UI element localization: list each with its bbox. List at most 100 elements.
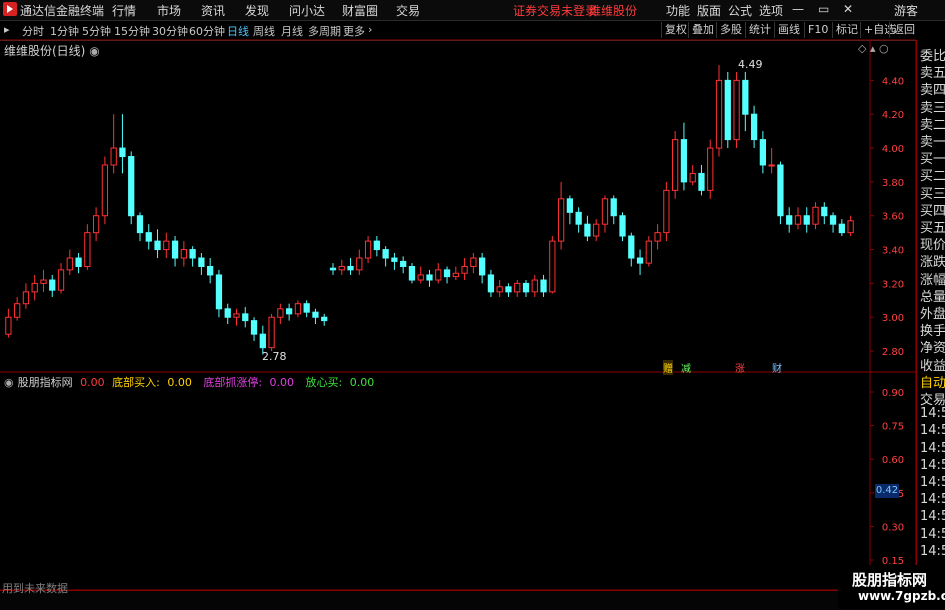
candle-body <box>575 211 582 225</box>
candle-body <box>31 282 38 293</box>
quote-row-label: 净资 <box>920 341 945 357</box>
ma5-line <box>44 111 851 327</box>
candle-body <box>163 240 170 251</box>
quote-row-label: 自动 <box>920 375 945 391</box>
quote-row-label: 涨幅 <box>920 272 945 288</box>
quote-row-label: 14:56 <box>920 526 945 542</box>
quote-row-label: 14:56 <box>920 457 945 473</box>
candle-body <box>672 139 679 191</box>
quote-row-label: 交易 <box>920 393 945 408</box>
candle-body <box>812 206 819 225</box>
candle-body <box>636 257 644 264</box>
timeline-bar[interactable] <box>0 590 945 610</box>
candle-body <box>338 265 345 271</box>
marker-cai[interactable]: 财 <box>772 360 782 375</box>
candles <box>5 65 854 355</box>
candle-body <box>584 223 591 237</box>
marker-zeng[interactable]: 赠 <box>663 360 673 375</box>
candle-body <box>829 215 837 225</box>
candle-body <box>628 235 635 259</box>
candle-body <box>198 257 205 267</box>
marker-jian[interactable]: 减 <box>681 360 691 375</box>
indicator-current-value: 0.42 <box>875 484 899 498</box>
candle-body <box>49 279 56 291</box>
candle-body <box>14 303 21 318</box>
quote-row-label: 卖一 <box>920 135 945 150</box>
indicator-tick-label: 0.60 <box>882 455 904 466</box>
candle-body <box>110 147 117 166</box>
candle-body <box>680 139 688 183</box>
kline-chart[interactable]: 4.40 4.20 4.00 3.80 3.60 3.40 3.20 3.00 2.80 0.9… <box>0 0 945 609</box>
candle-body <box>233 313 240 318</box>
candle-body <box>136 215 144 234</box>
candle-body <box>522 282 530 293</box>
candle-body <box>663 189 670 234</box>
candle-body <box>128 156 135 217</box>
candle-body <box>593 223 600 237</box>
candle-body <box>838 223 845 234</box>
candle-body <box>847 220 854 234</box>
indicator-tick-label: 0.90 <box>882 388 904 399</box>
price-tick-label: 4.20 <box>882 110 904 121</box>
candle-body <box>242 313 249 322</box>
candle-body <box>40 279 47 284</box>
candle-body <box>66 257 73 271</box>
candle-body <box>794 215 802 225</box>
candle-body <box>479 257 486 276</box>
candle-body <box>364 240 372 259</box>
candle-body <box>724 79 731 141</box>
quote-row-label: 14:56 <box>920 440 945 456</box>
candle-body <box>768 164 775 167</box>
candle-body <box>426 274 433 281</box>
candle-body <box>435 269 442 281</box>
candle-body <box>733 79 740 141</box>
price-tick-label: 3.60 <box>882 212 904 223</box>
quote-panel: 委比 卖五 卖四 卖三 卖二 卖一 买一 买二 买三 买四 买五 现价 涨跌 涨幅 总量 外盘 换手 净资 收益 自动… <box>916 40 945 569</box>
candle-body <box>92 215 100 234</box>
candle-body <box>645 240 652 264</box>
chart-title: 维维股份(日线) ◉ <box>4 44 100 58</box>
candle-body <box>698 172 705 191</box>
chart-grid <box>0 39 945 591</box>
indicator-axis: 0.900.750.600.450.300.15 <box>870 388 904 567</box>
candle-body <box>408 265 416 281</box>
quote-row-label: 14:56 <box>920 543 945 559</box>
candle-body <box>119 147 126 158</box>
candle-body <box>777 164 784 217</box>
price-axis: 4.40 4.20 4.00 3.80 3.60 3.40 3.20 3.00 2.80 <box>870 76 904 358</box>
candle-body <box>540 279 547 293</box>
quote-row-label: 现价 <box>920 238 945 254</box>
marker-zhang[interactable]: 涨 <box>735 360 745 375</box>
candle-body <box>303 303 310 313</box>
candle-body <box>356 257 363 271</box>
candle-body <box>750 113 758 141</box>
candle-body <box>821 206 828 217</box>
indicator-dropdown-icon[interactable]: ◉ <box>4 376 14 389</box>
chart-settings-icons[interactable]: ◇ ▴ ○ <box>858 42 889 55</box>
candle-body <box>57 269 65 291</box>
quote-row-label: 卖四 <box>920 83 945 99</box>
candle-body <box>505 286 512 293</box>
quote-row-label: 卖五 <box>920 66 945 82</box>
candle-body <box>215 274 223 310</box>
dropdown-icon[interactable]: ◉ <box>89 44 99 58</box>
candle-body <box>400 260 407 267</box>
candle-body <box>452 272 459 278</box>
candle-body <box>654 232 661 242</box>
candle-body <box>75 257 82 267</box>
candle-body <box>207 265 214 276</box>
candle-body <box>171 240 179 259</box>
candle-body <box>382 249 389 259</box>
candle-body <box>84 232 91 267</box>
quote-row-label: 买一 <box>920 152 945 168</box>
candle-body <box>277 308 284 318</box>
candle-body <box>268 316 275 349</box>
candle-body <box>417 274 424 281</box>
candle-body <box>531 279 538 293</box>
candle-body <box>294 303 302 315</box>
candle-body <box>742 79 749 115</box>
quote-row-label: 14:56 <box>920 475 945 490</box>
candle-body <box>22 291 30 305</box>
candle-body <box>514 282 521 293</box>
candle-body <box>601 198 609 225</box>
